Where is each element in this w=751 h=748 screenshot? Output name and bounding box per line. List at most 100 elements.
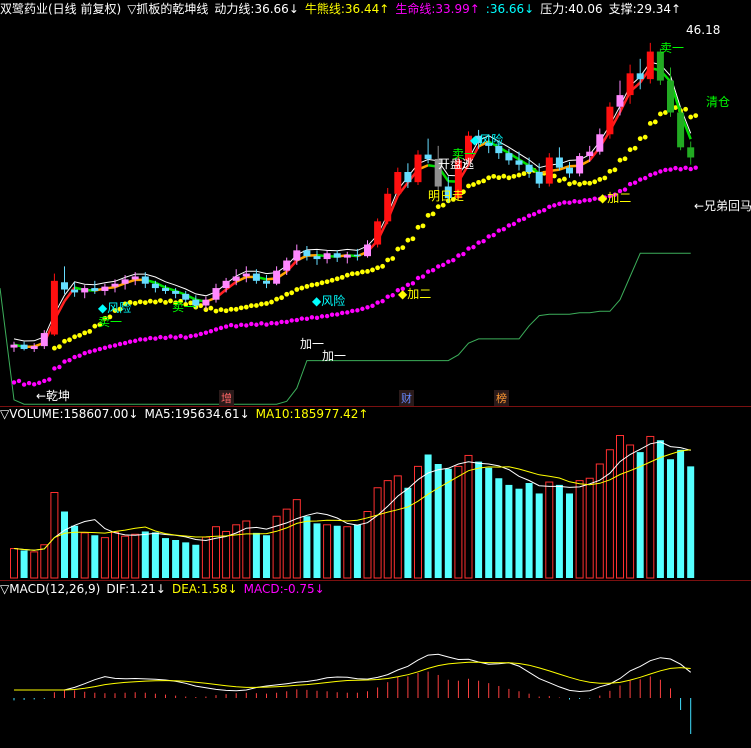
candle-body[interactable] — [667, 80, 674, 113]
volume-bar — [201, 536, 210, 579]
candle-body[interactable] — [606, 106, 614, 135]
candle-body[interactable] — [131, 276, 139, 280]
candle-body[interactable] — [333, 253, 341, 258]
candle-body[interactable] — [182, 293, 190, 300]
candle-body[interactable] — [303, 250, 311, 257]
signal-annotation: ◆风险 — [470, 132, 503, 147]
candle-body[interactable] — [586, 151, 594, 157]
candle-body[interactable] — [263, 280, 270, 284]
life-line-dot — [547, 204, 552, 210]
volume-panel[interactable] — [0, 424, 751, 580]
bull-bear-dot — [683, 106, 688, 112]
bull-bear-dot — [223, 308, 229, 314]
candle-body[interactable] — [61, 282, 68, 290]
life-line-dot — [102, 345, 108, 351]
candle-body[interactable] — [424, 154, 432, 159]
candle-body[interactable] — [616, 95, 624, 107]
event-marker[interactable]: 财 — [399, 390, 414, 406]
candle-body[interactable] — [141, 276, 149, 284]
candle-body[interactable] — [364, 244, 371, 257]
volume-bar — [263, 535, 270, 578]
candle-body[interactable] — [313, 256, 321, 260]
event-marker[interactable]: 增 — [219, 390, 234, 406]
stock-chart-window[interactable]: 双鹭药业(日线 前复权) ▽抓板的乾坤线 动力线:36.66↓ 牛熊线:36.44↑ 生… — [0, 0, 751, 748]
bull-bear-dot — [274, 296, 279, 302]
macd-panel[interactable] — [0, 598, 751, 748]
candle-body[interactable] — [273, 270, 281, 284]
candle-body[interactable] — [414, 154, 422, 183]
life-line-dot — [436, 264, 441, 269]
candle-body[interactable] — [283, 260, 291, 271]
bull-bear-dot — [466, 183, 471, 189]
bull-bear-dot — [349, 271, 355, 277]
volume-bar — [566, 493, 573, 578]
bull-bear-dot — [213, 308, 219, 314]
candle-body[interactable] — [40, 333, 48, 347]
candle-body[interactable] — [151, 283, 159, 289]
candle-body[interactable] — [626, 73, 634, 96]
candle-body[interactable] — [353, 254, 361, 257]
life-line-dot — [355, 308, 360, 313]
candle-body[interactable] — [212, 288, 220, 300]
signal-annotation: 清仓 — [706, 95, 730, 109]
candle-body[interactable] — [576, 156, 584, 174]
candle-body[interactable] — [222, 280, 230, 289]
candle-body[interactable] — [20, 344, 28, 350]
candle-body[interactable] — [81, 288, 89, 293]
candle-body[interactable] — [71, 289, 79, 293]
candle-body[interactable] — [545, 157, 553, 184]
candle-body[interactable] — [515, 160, 523, 165]
candle-body[interactable] — [30, 346, 38, 350]
bull-bear-dot — [511, 173, 517, 179]
bull-bear-dot — [592, 179, 598, 185]
candle-body[interactable] — [384, 193, 392, 222]
life-line-dot — [385, 294, 390, 299]
candle-body[interactable] — [677, 112, 685, 148]
candle-body[interactable] — [252, 273, 260, 281]
candle-body[interactable] — [636, 73, 644, 80]
event-marker[interactable]: 榜 — [494, 390, 509, 406]
life-line-dot — [430, 267, 436, 273]
bull-bear-dot — [163, 300, 168, 305]
candle-body[interactable] — [10, 344, 18, 348]
candle-body[interactable] — [323, 253, 331, 260]
volume-bar — [505, 484, 513, 578]
bull-bear-dot — [52, 345, 57, 351]
candle-body[interactable] — [555, 157, 563, 168]
candle-body[interactable] — [162, 288, 169, 291]
candle-body[interactable] — [596, 134, 604, 152]
bull-bear-dot — [375, 265, 380, 271]
bull-bear-dot — [228, 306, 234, 312]
candle-body[interactable] — [50, 280, 58, 335]
candle-body[interactable] — [242, 273, 250, 277]
candle-body[interactable] — [394, 172, 402, 194]
price-panel[interactable]: ◆风险卖一卖一 ◆风险加一加一◆加二明日走开盘逃卖一◆风险◆加二卖一清仓←兄弟回马… — [0, 18, 751, 406]
life-line-dot — [466, 246, 471, 251]
candle-body[interactable] — [202, 299, 210, 306]
volume-bar — [464, 454, 473, 579]
candle-body[interactable] — [293, 250, 301, 261]
volume-bar — [313, 523, 321, 578]
candle-body[interactable] — [535, 172, 543, 184]
candle-body[interactable] — [404, 172, 412, 183]
candle-body[interactable] — [91, 288, 99, 291]
life-line-dot — [668, 167, 673, 172]
life-line-dot — [107, 344, 113, 349]
candle-body[interactable] — [656, 51, 664, 81]
candle-body[interactable] — [505, 153, 513, 161]
candle-body[interactable] — [525, 164, 533, 172]
candle-body[interactable] — [101, 286, 109, 291]
bull-bear-dot — [607, 168, 613, 174]
candle-body[interactable] — [343, 254, 351, 258]
candle-body[interactable] — [111, 283, 119, 287]
life-line-dot — [451, 257, 456, 263]
candle-body[interactable] — [566, 167, 573, 174]
indicator-value: 支撑:29.34↑ — [608, 2, 682, 16]
candle-body[interactable] — [646, 51, 654, 80]
signal-annotation: ◆加二 — [398, 287, 431, 301]
candle-body[interactable] — [687, 147, 695, 158]
candle-body[interactable] — [121, 279, 129, 284]
candle-body[interactable] — [374, 221, 382, 245]
candle-body[interactable] — [172, 290, 180, 294]
candle-body[interactable] — [232, 276, 240, 281]
